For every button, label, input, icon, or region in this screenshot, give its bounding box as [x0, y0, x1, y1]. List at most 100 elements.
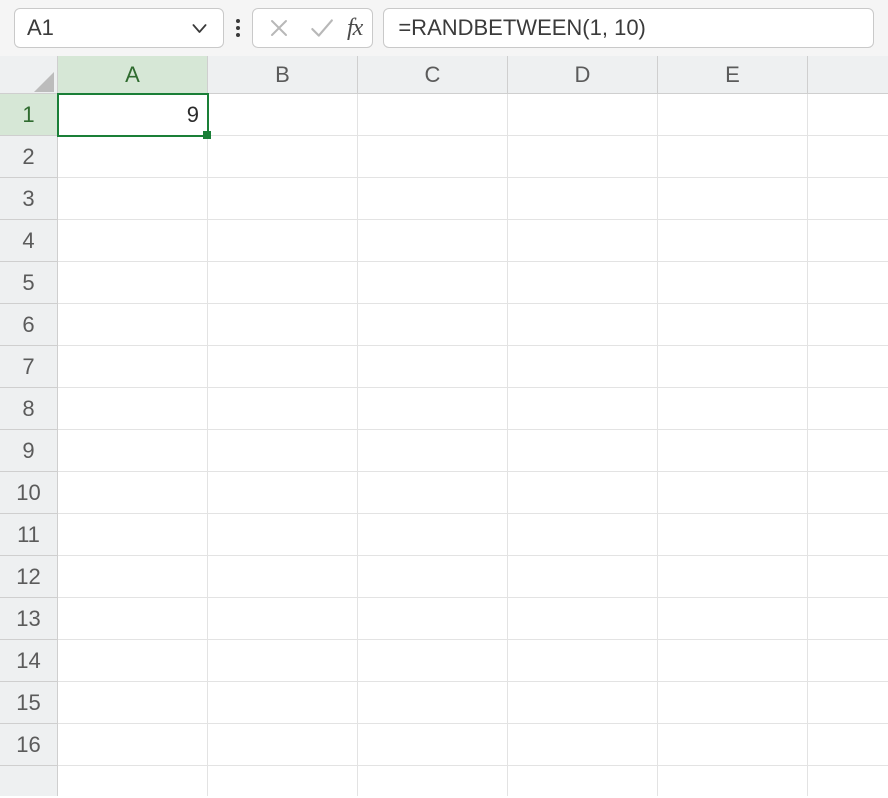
cell-B12[interactable]	[208, 556, 358, 598]
cell-partial[interactable]	[808, 430, 888, 472]
cell-D10[interactable]	[508, 472, 658, 514]
cell-D14[interactable]	[508, 640, 658, 682]
cell-A13[interactable]	[58, 598, 208, 640]
cell-E5[interactable]	[658, 262, 808, 304]
column-header-A[interactable]: A	[58, 56, 208, 93]
cell-C6[interactable]	[358, 304, 508, 346]
row-header-16[interactable]: 16	[0, 724, 57, 766]
cell-C13[interactable]	[358, 598, 508, 640]
cell-partial[interactable]	[808, 598, 888, 640]
cell-partial[interactable]	[808, 262, 888, 304]
cell-partial[interactable]	[808, 178, 888, 220]
cell-A7[interactable]	[58, 346, 208, 388]
cell-B7[interactable]	[208, 346, 358, 388]
cell-E12[interactable]	[658, 556, 808, 598]
cell-partial[interactable]	[808, 556, 888, 598]
row-header-partial[interactable]	[0, 766, 57, 796]
cancel-formula-icon[interactable]	[263, 12, 295, 44]
cell-A3[interactable]	[58, 178, 208, 220]
cell-B16[interactable]	[208, 724, 358, 766]
name-box-dropdown-icon[interactable]	[183, 12, 215, 44]
cell-E8[interactable]	[658, 388, 808, 430]
row-header-6[interactable]: 6	[0, 304, 57, 346]
cell-A4[interactable]	[58, 220, 208, 262]
cell-E1[interactable]	[658, 94, 808, 136]
cell-A6[interactable]	[58, 304, 208, 346]
cell-E13[interactable]	[658, 598, 808, 640]
cell-C3[interactable]	[358, 178, 508, 220]
cell-partial[interactable]	[808, 640, 888, 682]
cell-partial[interactable]	[808, 766, 888, 796]
cell-partial[interactable]	[808, 472, 888, 514]
row-header-5[interactable]: 5	[0, 262, 57, 304]
cell-A14[interactable]	[58, 640, 208, 682]
cell-D13[interactable]	[508, 598, 658, 640]
cell-A15[interactable]	[58, 682, 208, 724]
cell-D7[interactable]	[508, 346, 658, 388]
cell-partial[interactable]	[808, 682, 888, 724]
cell-B4[interactable]	[208, 220, 358, 262]
column-header-partial[interactable]	[808, 56, 888, 93]
cell-C15[interactable]	[358, 682, 508, 724]
cell-C5[interactable]	[358, 262, 508, 304]
cell-E16[interactable]	[658, 724, 808, 766]
more-options-icon[interactable]	[234, 19, 242, 37]
cell-C9[interactable]	[358, 430, 508, 472]
cell-B3[interactable]	[208, 178, 358, 220]
cell-B10[interactable]	[208, 472, 358, 514]
row-header-4[interactable]: 4	[0, 220, 57, 262]
cell-E10[interactable]	[658, 472, 808, 514]
cell-D16[interactable]	[508, 724, 658, 766]
cell-D15[interactable]	[508, 682, 658, 724]
formula-input-container[interactable]	[383, 8, 874, 48]
cell-E9[interactable]	[658, 430, 808, 472]
row-header-15[interactable]: 15	[0, 682, 57, 724]
cell-D8[interactable]	[508, 388, 658, 430]
cell-partial[interactable]	[358, 766, 508, 796]
row-header-1[interactable]: 1	[0, 94, 57, 136]
column-header-B[interactable]: B	[208, 56, 358, 93]
cell-D12[interactable]	[508, 556, 658, 598]
cell-B6[interactable]	[208, 304, 358, 346]
cell-B5[interactable]	[208, 262, 358, 304]
cell-A10[interactable]	[58, 472, 208, 514]
cell-C14[interactable]	[358, 640, 508, 682]
cell-C10[interactable]	[358, 472, 508, 514]
cell-A1[interactable]: 9	[58, 94, 208, 136]
cell-D2[interactable]	[508, 136, 658, 178]
cell-D11[interactable]	[508, 514, 658, 556]
cell-partial[interactable]	[808, 514, 888, 556]
cell-E6[interactable]	[658, 304, 808, 346]
column-header-D[interactable]: D	[508, 56, 658, 93]
row-header-11[interactable]: 11	[0, 514, 57, 556]
select-all-corner[interactable]	[0, 56, 58, 94]
cell-C7[interactable]	[358, 346, 508, 388]
cell-A12[interactable]	[58, 556, 208, 598]
cell-B13[interactable]	[208, 598, 358, 640]
row-header-14[interactable]: 14	[0, 640, 57, 682]
cell-E3[interactable]	[658, 178, 808, 220]
cell-A9[interactable]	[58, 430, 208, 472]
cell-E7[interactable]	[658, 346, 808, 388]
row-header-2[interactable]: 2	[0, 136, 57, 178]
cell-E15[interactable]	[658, 682, 808, 724]
cell-E14[interactable]	[658, 640, 808, 682]
accept-formula-icon[interactable]	[305, 12, 337, 44]
row-header-12[interactable]: 12	[0, 556, 57, 598]
cell-B11[interactable]	[208, 514, 358, 556]
column-header-E[interactable]: E	[658, 56, 808, 93]
cell-B15[interactable]	[208, 682, 358, 724]
cell-C16[interactable]	[358, 724, 508, 766]
fx-icon[interactable]: fx	[347, 15, 362, 42]
cell-partial[interactable]	[808, 94, 888, 136]
row-header-7[interactable]: 7	[0, 346, 57, 388]
cell-D1[interactable]	[508, 94, 658, 136]
cell-partial[interactable]	[58, 766, 208, 796]
row-header-9[interactable]: 9	[0, 430, 57, 472]
cell-A8[interactable]	[58, 388, 208, 430]
cell-A11[interactable]	[58, 514, 208, 556]
cell-A2[interactable]	[58, 136, 208, 178]
cell-C11[interactable]	[358, 514, 508, 556]
column-header-C[interactable]: C	[358, 56, 508, 93]
cell-E4[interactable]	[658, 220, 808, 262]
